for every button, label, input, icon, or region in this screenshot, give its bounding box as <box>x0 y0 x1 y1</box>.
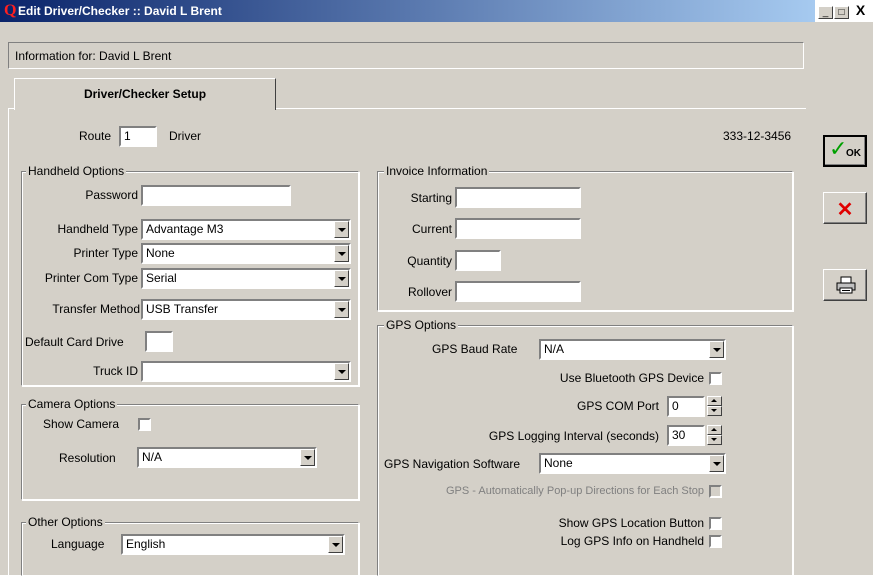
chevron-down-icon[interactable] <box>328 536 343 553</box>
arrow-up-icon[interactable] <box>707 425 722 435</box>
chevron-down-icon[interactable] <box>334 363 349 380</box>
chevron-down-icon[interactable] <box>334 301 349 318</box>
print-button[interactable] <box>823 269 867 301</box>
gps-navigation-software-select[interactable]: None <box>539 453 726 474</box>
chevron-down-icon[interactable] <box>709 341 724 358</box>
camera-options-title: Camera Options <box>26 397 118 411</box>
handheld-type-select[interactable]: Advantage M3 <box>141 219 351 240</box>
resolution-select[interactable]: N/A <box>137 447 317 468</box>
tab-label: Driver/Checker Setup <box>83 87 207 101</box>
transfer-method-label: Transfer Method <box>52 302 140 316</box>
gps-baud-rate-value: N/A <box>544 342 565 356</box>
show-camera-checkbox[interactable] <box>138 418 151 431</box>
transfer-method-select[interactable]: USB Transfer <box>141 299 351 320</box>
arrow-up-icon[interactable] <box>707 396 722 406</box>
gps-baud-rate-label: GPS Baud Rate <box>432 342 518 356</box>
gps-navigation-software-label: GPS Navigation Software <box>384 457 521 471</box>
auto-popup-directions-checkbox <box>709 485 722 498</box>
rollover-label: Rollover <box>407 285 452 299</box>
app-logo-icon: Q <box>4 2 17 19</box>
handheld-type-value: Advantage M3 <box>146 222 224 236</box>
truck-id-select[interactable] <box>141 361 351 382</box>
show-gps-location-button-label: Show GPS Location Button <box>558 516 704 530</box>
tab-driver-checker-setup[interactable]: Driver/Checker Setup <box>14 78 276 110</box>
maximize-button[interactable]: □ <box>834 6 849 19</box>
ok-label: OK <box>846 148 861 159</box>
driver-role-label: Driver <box>169 129 201 143</box>
gps-logging-interval-input[interactable]: 30 <box>667 425 705 446</box>
current-label: Current <box>411 222 452 236</box>
resolution-label: Resolution <box>59 451 116 465</box>
x-icon: ✕ <box>836 199 854 221</box>
password-label: Password <box>85 188 138 202</box>
printer-icon <box>836 276 856 294</box>
quantity-input[interactable] <box>455 250 501 271</box>
printer-type-label: Printer Type <box>73 246 138 260</box>
chevron-down-icon[interactable] <box>334 245 349 262</box>
handheld-options-title: Handheld Options <box>26 164 127 178</box>
current-input[interactable] <box>455 218 581 239</box>
route-input[interactable]: 1 <box>119 126 157 147</box>
ok-button[interactable]: ✓ OK <box>823 135 867 167</box>
route-label: Route <box>79 129 112 143</box>
info-text: Information for: David L Brent <box>15 49 172 63</box>
resolution-value: N/A <box>142 450 163 464</box>
arrow-down-icon[interactable] <box>707 406 722 416</box>
chevron-down-icon[interactable] <box>300 449 315 466</box>
default-card-drive-label: Default Card Drive <box>25 335 124 349</box>
language-select[interactable]: English <box>121 534 345 555</box>
printer-com-type-select[interactable]: Serial <box>141 268 351 289</box>
language-value: English <box>126 537 166 551</box>
chevron-down-icon[interactable] <box>709 455 724 472</box>
transfer-method-value: USB Transfer <box>146 302 219 316</box>
info-bar: Information for: David L Brent <box>8 42 804 69</box>
printer-com-type-value: Serial <box>146 271 177 285</box>
printer-type-value: None <box>146 246 175 260</box>
gps-logging-interval-spinner[interactable] <box>707 425 722 446</box>
gps-options-title: GPS Options <box>384 318 459 332</box>
log-gps-info-label: Log GPS Info on Handheld <box>560 534 704 548</box>
dialog-window: Q Edit Driver/Checker :: David L Brent _… <box>0 0 873 576</box>
arrow-down-icon[interactable] <box>707 435 722 445</box>
default-card-drive-input[interactable] <box>145 331 173 352</box>
auto-popup-directions-label: GPS - Automatically Pop-up Directions fo… <box>445 485 704 497</box>
gps-logging-interval-label: GPS Logging Interval (seconds) <box>488 429 659 443</box>
invoice-information-title: Invoice Information <box>384 164 490 178</box>
starting-label: Starting <box>410 191 452 205</box>
show-camera-label: Show Camera <box>43 417 120 431</box>
truck-id-label: Truck ID <box>93 364 138 378</box>
gps-com-port-label: GPS COM Port <box>576 399 659 413</box>
rollover-input[interactable] <box>455 281 581 302</box>
chevron-down-icon[interactable] <box>334 221 349 238</box>
minimize-button[interactable]: _ <box>818 6 833 19</box>
handheld-type-label: Handheld Type <box>57 222 138 236</box>
gps-navigation-software-value: None <box>544 456 573 470</box>
password-input[interactable] <box>141 185 291 206</box>
printer-type-select[interactable]: None <box>141 243 351 264</box>
cancel-button[interactable]: ✕ <box>823 192 867 224</box>
gps-baud-rate-select[interactable]: N/A <box>539 339 726 360</box>
starting-input[interactable] <box>455 187 581 208</box>
other-options-title: Other Options <box>26 515 105 529</box>
close-button[interactable]: X <box>853 3 868 17</box>
gps-com-port-input[interactable]: 0 <box>667 396 705 417</box>
language-label: Language <box>51 537 105 551</box>
setup-panel: Route 1 Driver 333-12-3456 Handheld Opti… <box>8 108 806 576</box>
window-controls: _ □ X <box>815 0 873 22</box>
title-bar[interactable]: Q Edit Driver/Checker :: David L Brent <box>0 0 815 22</box>
ssn-text: 333-12-3456 <box>723 129 792 143</box>
gps-com-port-spinner[interactable] <box>707 396 722 417</box>
show-gps-location-button-checkbox[interactable] <box>709 517 722 530</box>
quantity-label: Quantity <box>407 254 452 268</box>
checkmark-icon: ✓ <box>829 137 848 162</box>
chevron-down-icon[interactable] <box>334 270 349 287</box>
bluetooth-gps-label: Use Bluetooth GPS Device <box>559 371 704 385</box>
log-gps-info-checkbox[interactable] <box>709 535 722 548</box>
bluetooth-gps-checkbox[interactable] <box>709 372 722 385</box>
printer-com-type-label: Printer Com Type <box>44 271 138 285</box>
window-title: Edit Driver/Checker :: David L Brent <box>18 4 222 18</box>
